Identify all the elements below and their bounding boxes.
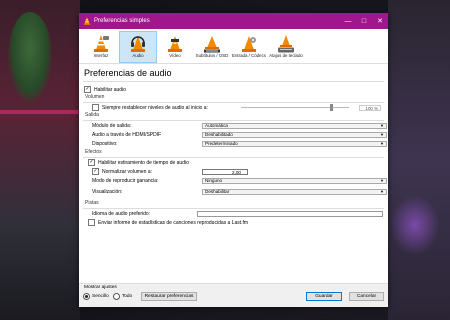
output-module-label: Módulo de salida: — [92, 122, 132, 129]
normalize-row: ✓ Normalizar volumen a: 2,00 — [83, 167, 384, 176]
audio-language-label: Idioma de audio preferido: — [92, 210, 151, 217]
title-bar[interactable]: Preferencias simples — □ ✕ — [79, 13, 388, 29]
tab-video[interactable]: Vídeo — [157, 32, 193, 62]
tab-subtitles[interactable]: Subtítulos / OSD — [194, 32, 230, 62]
device-row: Dispositivo: Predeterminado ▼ — [83, 139, 387, 148]
check-icon: ✓ — [85, 86, 90, 92]
volume-reset-row: Siempre restablecer niveles de audio al … — [83, 103, 384, 112]
device-value: Predeterminado — [205, 141, 238, 146]
all-radio[interactable] — [112, 293, 120, 300]
tab-hotkeys[interactable]: Atajos de teclado — [268, 32, 304, 62]
volume-reset-checkbox[interactable] — [92, 104, 99, 111]
lastfm-row: Enviar informe de estadísticas de cancio… — [79, 218, 388, 227]
output-module-value: Automática — [205, 123, 228, 128]
enable-audio-row: ✓ Habilitar audio — [79, 85, 388, 94]
enable-audio-label: Habilitar audio — [94, 86, 126, 93]
visualization-row: Visualización: Deshabilitar ▼ — [83, 187, 387, 196]
volume-reset-label: Siempre restablecer niveles de audio al … — [102, 104, 208, 111]
reset-preferences-button[interactable]: Restaurar preferencias — [141, 292, 197, 301]
normalize-checkbox[interactable]: ✓ — [92, 168, 99, 175]
audio-language-input[interactable] — [197, 210, 383, 217]
hdmi-row: Audio a través de HDMI/SPDIF Deshabilita… — [83, 130, 387, 139]
tab-label: Interfaz — [93, 53, 109, 58]
footer: Mostrar ajustes Sencillo Todo Restaurar … — [79, 283, 388, 307]
chevron-down-icon: ▼ — [380, 178, 384, 183]
tab-label: Entrada / Códecs — [232, 53, 266, 58]
chevron-down-icon: ▼ — [380, 123, 384, 128]
effects-section-label: Efectos — [85, 149, 102, 155]
tab-label: Atajos de teclado — [269, 53, 303, 58]
stretch-checkbox[interactable]: ✓ — [88, 159, 95, 166]
tab-input-codecs[interactable]: Entrada / Códecs — [231, 32, 267, 62]
save-button[interactable]: Guardar — [306, 292, 342, 301]
category-toolbar: Interfaz Audio Vídeo Subtítulos / OSD En… — [79, 29, 388, 64]
replaygain-row: Modo de reproducir ganancia: Ninguno ▼ — [83, 176, 387, 185]
background-glow — [390, 195, 440, 255]
lastfm-checkbox[interactable] — [88, 219, 95, 226]
visualization-label: Visualización: — [92, 188, 123, 195]
divider — [83, 81, 384, 82]
normalize-label: Normalizar volumen a: — [102, 168, 153, 175]
close-icon[interactable]: ✕ — [372, 13, 388, 29]
subtitles-cone-icon — [204, 36, 220, 53]
visualization-select[interactable]: Deshabilitar ▼ — [202, 188, 387, 195]
volume-slider-track — [241, 104, 349, 111]
check-icon: ✓ — [93, 168, 98, 174]
vlc-cone-icon — [83, 17, 91, 25]
window-title: Preferencias simples — [94, 18, 150, 24]
tab-label: Vídeo — [169, 53, 181, 58]
stretch-row: ✓ Habilitar estiramiento de tiempo de au… — [79, 158, 388, 167]
lastfm-label: Enviar informe de estadísticas de cancio… — [98, 219, 249, 226]
simple-radio[interactable] — [83, 293, 90, 300]
check-icon: ✓ — [89, 159, 94, 165]
hdmi-value: Deshabilitado — [205, 132, 233, 137]
stretch-label: Habilitar estiramiento de tiempo de audi… — [98, 159, 189, 166]
visualization-value: Deshabilitar — [205, 189, 230, 194]
maximize-icon[interactable]: □ — [356, 13, 372, 29]
volume-percent: 100 % — [359, 104, 381, 111]
background-right — [388, 0, 450, 320]
chevron-down-icon: ▼ — [380, 189, 384, 194]
show-settings-radios: Sencillo Todo — [83, 293, 132, 300]
background-light-bar — [0, 110, 80, 114]
replaygain-value: Ninguno — [205, 178, 223, 183]
output-module-select[interactable]: Automática ▼ — [202, 122, 387, 129]
output-section-label: Salida — [85, 112, 99, 118]
hotkeys-cone-icon — [278, 35, 294, 53]
radio-dot — [85, 295, 88, 298]
simple-radio-label: Sencillo — [92, 294, 109, 299]
volume-section-label: Volumen — [85, 94, 105, 100]
preferences-window: Preferencias simples — □ ✕ Interfaz Audi… — [79, 13, 388, 307]
normalize-spinbox[interactable]: 2,00 — [202, 168, 248, 175]
tracks-section-label: Pistas — [85, 200, 99, 206]
tab-interface[interactable]: Interfaz — [83, 32, 119, 62]
normalize-value: 2,00 — [232, 169, 241, 175]
volume-slider[interactable] — [241, 104, 349, 111]
interface-cone-icon — [94, 35, 109, 52]
cancel-button[interactable]: Cancelar — [349, 292, 384, 301]
minimize-icon[interactable]: — — [340, 13, 356, 29]
headphones-cone-icon — [131, 36, 145, 52]
hdmi-label: Audio a través de HDMI/SPDIF — [92, 131, 162, 138]
tab-label: Subtítulos / OSD — [195, 53, 229, 58]
volume-slider-thumb[interactable] — [329, 104, 333, 111]
replaygain-label: Modo de reproducir ganancia: — [92, 177, 159, 184]
background-plant — [8, 12, 52, 102]
chevron-down-icon: ▼ — [380, 132, 384, 137]
output-module-row: Módulo de salida: Automática ▼ — [83, 121, 387, 130]
audio-language-row: Idioma de audio preferido: — [83, 209, 384, 218]
enable-audio-checkbox[interactable]: ✓ — [84, 86, 91, 93]
video-cone-icon — [168, 36, 182, 52]
tab-label: Audio — [132, 53, 144, 58]
page-title: Preferencias de audio — [84, 68, 172, 78]
device-select[interactable]: Predeterminado ▼ — [202, 140, 387, 147]
device-label: Dispositivo: — [92, 140, 118, 147]
chevron-down-icon: ▼ — [380, 141, 384, 146]
replaygain-select[interactable]: Ninguno ▼ — [202, 177, 387, 184]
hdmi-select[interactable]: Deshabilitado ▼ — [202, 131, 387, 138]
tab-audio[interactable]: Audio — [119, 31, 157, 63]
show-settings-label: Mostrar ajustes — [84, 285, 117, 290]
codecs-cone-icon — [242, 36, 256, 52]
all-radio-label: Todo — [121, 294, 133, 299]
